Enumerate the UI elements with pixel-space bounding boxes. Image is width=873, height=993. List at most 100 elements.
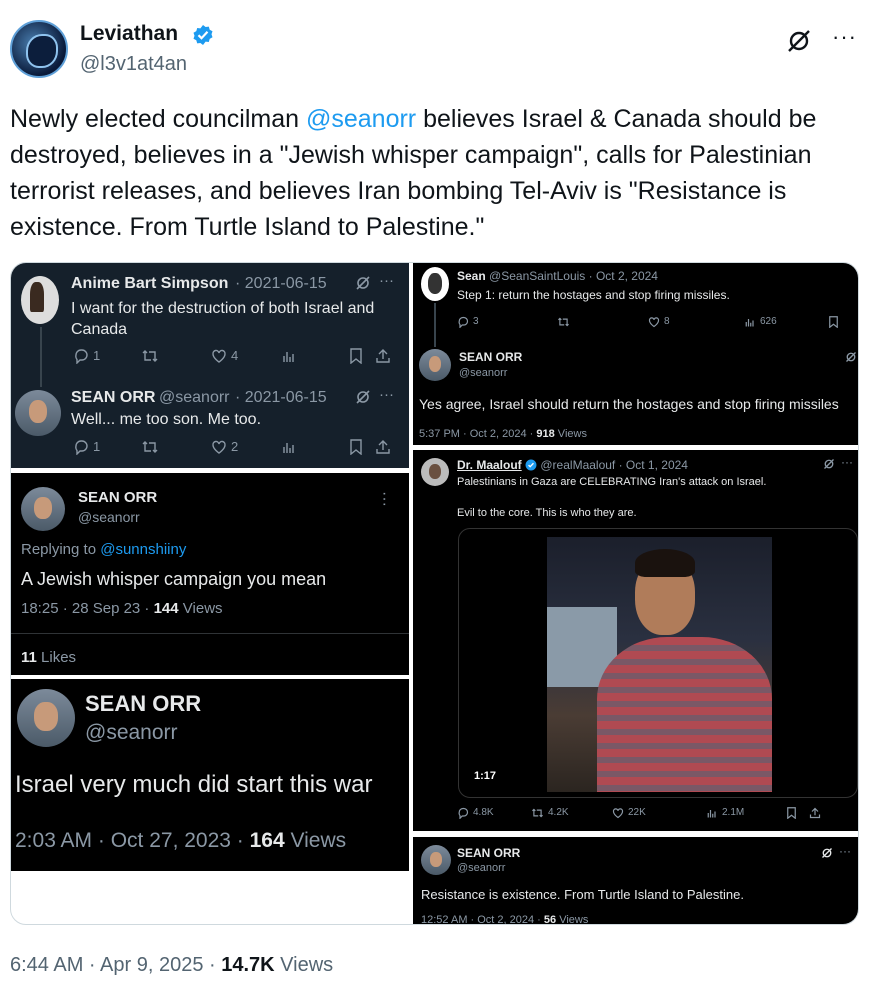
author-name: SEAN ORR [78, 489, 158, 506]
likes-label: Likes [36, 649, 77, 666]
like-icon [212, 349, 226, 363]
replying-to: Replying to @sunnshiiny [21, 541, 186, 558]
author-avatar[interactable] [10, 20, 68, 78]
hair-image [635, 549, 695, 577]
more-icon: ··· [839, 844, 851, 858]
post-text: Yes agree, Israel should return the host… [419, 396, 839, 412]
views-label: Views [554, 428, 587, 440]
more-icon: ··· [376, 491, 393, 507]
author-handle-date: @realMaalouf · Oct 1, 2024 [540, 458, 688, 472]
author-name: Sean [457, 269, 486, 283]
author-handle: @seanorr [457, 862, 506, 874]
thread-line [434, 303, 436, 347]
grok-icon [845, 351, 857, 363]
tweet-meta: 6:44 AM · Apr 9, 2025 · 14.7K Views [10, 954, 333, 977]
post-timestamp: 18:25 · 28 Sep 23 · [21, 600, 154, 617]
grok-icon [355, 275, 371, 291]
author-handle: @seanorr [459, 367, 508, 379]
avatar [17, 689, 75, 747]
retweet-count: 4.2K [548, 807, 569, 818]
verified-badge-icon [525, 459, 537, 471]
post-header: Dr. Maalouf @realMaalouf · Oct 1, 2024 [457, 458, 688, 472]
post-timestamp: 2:03 AM · Oct 27, 2023 · [15, 829, 250, 852]
like-count: 4 [231, 348, 239, 363]
reply-author-name: Anime Bart Simpson [71, 275, 229, 292]
screenshot-panel-video: Dr. Maalouf @realMaalouf · Oct 1, 2024 ·… [413, 450, 858, 925]
action-bar: 4.8K 4.2K 22K 2.1M [457, 807, 821, 819]
post-text: A Jewish whisper campaign you mean [21, 569, 327, 589]
tweet-timestamp[interactable]: 6:44 AM · Apr 9, 2025 · [10, 954, 221, 976]
more-icon: ··· [841, 455, 853, 469]
likes-stat: 11 Likes [21, 649, 76, 666]
avatar [21, 276, 59, 324]
divider [413, 831, 858, 837]
person-image [597, 637, 772, 792]
mention-link[interactable]: @seanorr [306, 105, 416, 133]
avatar [21, 487, 65, 531]
post-timestamp: 5:37 PM · Oct 2, 2024 · [419, 428, 537, 440]
reply-author-name: SEAN ORR [71, 389, 156, 406]
avatar [421, 458, 449, 486]
retweet-icon [142, 441, 158, 453]
divider [11, 633, 409, 634]
author-handle-date: @SeanSaintLouis · Oct 2, 2024 [489, 269, 658, 283]
author-name[interactable]: Leviathan [80, 22, 178, 46]
grok-icon [823, 458, 835, 470]
views-label: Views [284, 829, 347, 852]
views-label: Views [274, 954, 334, 976]
tweet-text: Newly elected councilman @seanorr believ… [10, 101, 860, 245]
bookmark-icon [787, 807, 796, 819]
reply-text: Well... me too son. Me too. [71, 411, 262, 428]
bookmark-icon [350, 348, 362, 364]
avatar [15, 390, 61, 436]
avatar [421, 267, 449, 301]
video-duration: 1:17 [474, 770, 497, 782]
reply-count: 1 [93, 439, 101, 454]
like-icon [648, 317, 660, 328]
reply-icon [458, 807, 469, 819]
views-icon [283, 443, 294, 453]
screenshot-panel-whisper: SEAN ORR @seanorr ··· Replying to @sunns… [11, 473, 409, 675]
post-header: Sean @SeanSaintLouis · Oct 2, 2024 [457, 269, 658, 283]
author-handle: @seanorr [78, 509, 140, 525]
action-bar: 1 4 [73, 348, 391, 364]
like-count: 8 [664, 316, 670, 327]
post-meta: 5:37 PM · Oct 2, 2024 · 918 Views [419, 428, 587, 440]
post-timestamp: 12:52 AM · Oct 2, 2024 · [421, 914, 544, 925]
replying-mention: @sunnshiiny [100, 541, 187, 558]
author-handle: @seanorr [85, 721, 178, 744]
grok-icon[interactable] [786, 28, 812, 54]
grok-icon [821, 847, 833, 859]
views-label: Views [556, 914, 589, 925]
views-count: 144 [153, 600, 179, 617]
retweet-icon [142, 350, 158, 362]
reply-text: I want for the destruction of both Israe… [71, 300, 375, 338]
share-icon [376, 349, 390, 363]
post-meta: 12:52 AM · Oct 2, 2024 · 56 Views [421, 914, 589, 925]
share-icon [376, 440, 390, 454]
views-count: 2.1M [722, 807, 745, 818]
views-count: 626 [760, 316, 777, 327]
reply-count: 3 [473, 316, 479, 327]
reply-date: · 2021-06-15 [235, 275, 327, 292]
author-name: SEAN ORR [457, 846, 521, 860]
action-bar: 1 2 [73, 439, 391, 455]
action-bar: 3 8 626 [457, 316, 839, 328]
reply-handle: @seanorr [159, 389, 230, 406]
post-text: Resistance is existence. From Turtle Isl… [421, 887, 744, 902]
views-count: 164 [249, 829, 285, 852]
author-handle[interactable]: @l3v1at4an [80, 53, 187, 76]
tweet-text-part1: Newly elected councilman [10, 105, 306, 133]
grok-icon [355, 389, 371, 405]
tweet-header: Leviathan @l3v1at4an ··· [0, 0, 873, 100]
views-icon [283, 352, 294, 362]
post-text: Palestinians in Gaza are CELEBRATING Ira… [457, 476, 767, 488]
post-text-2: Evil to the core. This is who they are. [457, 507, 637, 519]
post-meta: 2:03 AM · Oct 27, 2023 · 164 Views [15, 829, 346, 853]
more-icon[interactable]: ··· [832, 24, 857, 50]
like-icon [612, 808, 624, 819]
video-player[interactable]: 1:17 [458, 528, 858, 798]
author-name: Dr. Maalouf [457, 458, 522, 472]
media-collage[interactable]: Anime Bart Simpson · 2021-06-15 ··· I wa… [10, 262, 859, 925]
views-icon [707, 810, 716, 818]
